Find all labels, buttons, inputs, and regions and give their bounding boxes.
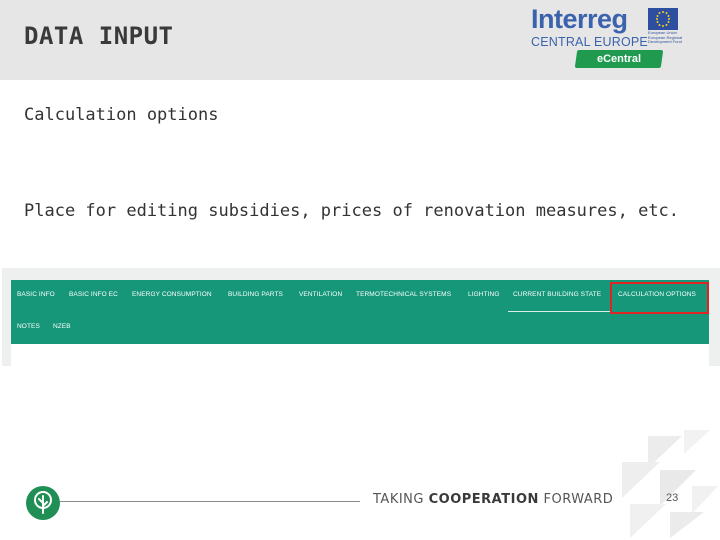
tab-ventilation[interactable]: VENTILATION	[299, 291, 342, 298]
tab-basic-info-ec[interactable]: BASIC INFO EC	[69, 291, 118, 298]
logo-subtitle: CENTRAL EUROPE	[531, 35, 648, 49]
app-screenshot: BASIC INFO BASIC INFO EC ENERGY CONSUMPT…	[2, 268, 720, 366]
tab-lighting[interactable]: LIGHTING	[468, 291, 500, 298]
section-description: Place for editing subsidies, prices of r…	[24, 201, 680, 221]
eu-flag-icon	[648, 8, 678, 30]
logo-wordmark: Interreg	[531, 4, 628, 34]
tab-building-parts[interactable]: BUILDING PARTS	[228, 291, 283, 298]
tab-bar: BASIC INFO BASIC INFO EC ENERGY CONSUMPT…	[11, 280, 709, 344]
section-heading: Calculation options	[24, 105, 219, 125]
tree-icon	[26, 486, 60, 520]
tab-notes[interactable]: NOTES	[17, 323, 40, 330]
ecentral-tag: eCentral	[574, 50, 664, 68]
footer-tagline: TAKING COOPERATION FORWARD	[373, 492, 613, 507]
tab-nzeb[interactable]: NZEB	[53, 323, 71, 330]
tab-basic-info[interactable]: BASIC INFO	[17, 291, 55, 298]
decorative-triangles	[622, 430, 718, 538]
page-number: 23	[666, 492, 679, 504]
active-tab-underline	[508, 311, 610, 312]
tab-energy-consumption[interactable]: ENERGY CONSUMPTION	[132, 291, 212, 298]
highlight-box	[610, 282, 709, 314]
tagline-emphasis: COOPERATION	[428, 492, 539, 507]
footer-rule	[60, 501, 360, 502]
interreg-logo: Interreg CENTRAL EUROPE European Union E…	[528, 4, 688, 74]
tab-termotechnical-systems[interactable]: TERMOTECHNICAL SYSTEMS	[356, 291, 451, 298]
tab-current-building-state[interactable]: CURRENT BUILDING STATE	[513, 291, 601, 298]
slide-title: DATA INPUT	[24, 22, 174, 50]
tagline-start: TAKING	[373, 492, 429, 507]
ecentral-label: eCentral	[596, 53, 642, 65]
content-area	[11, 344, 709, 366]
eu-caption: European Union European Regional Develop…	[648, 30, 683, 44]
